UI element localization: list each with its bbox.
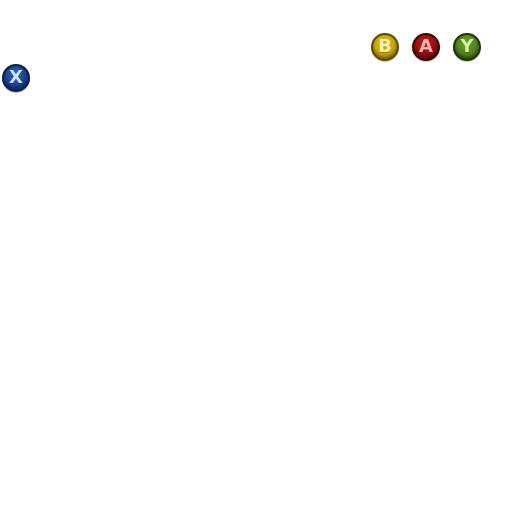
game-canvas: X B A Y — [0, 0, 512, 512]
x-button-icon[interactable]: X — [2, 64, 30, 92]
b-button-icon[interactable]: B — [371, 33, 399, 61]
y-button-icon[interactable]: Y — [453, 33, 481, 61]
b-button-label: B — [378, 36, 392, 57]
a-button-label: A — [419, 36, 433, 57]
y-button-label: Y — [460, 36, 474, 57]
x-button-label: X — [9, 67, 23, 88]
a-button-icon[interactable]: A — [412, 33, 440, 61]
